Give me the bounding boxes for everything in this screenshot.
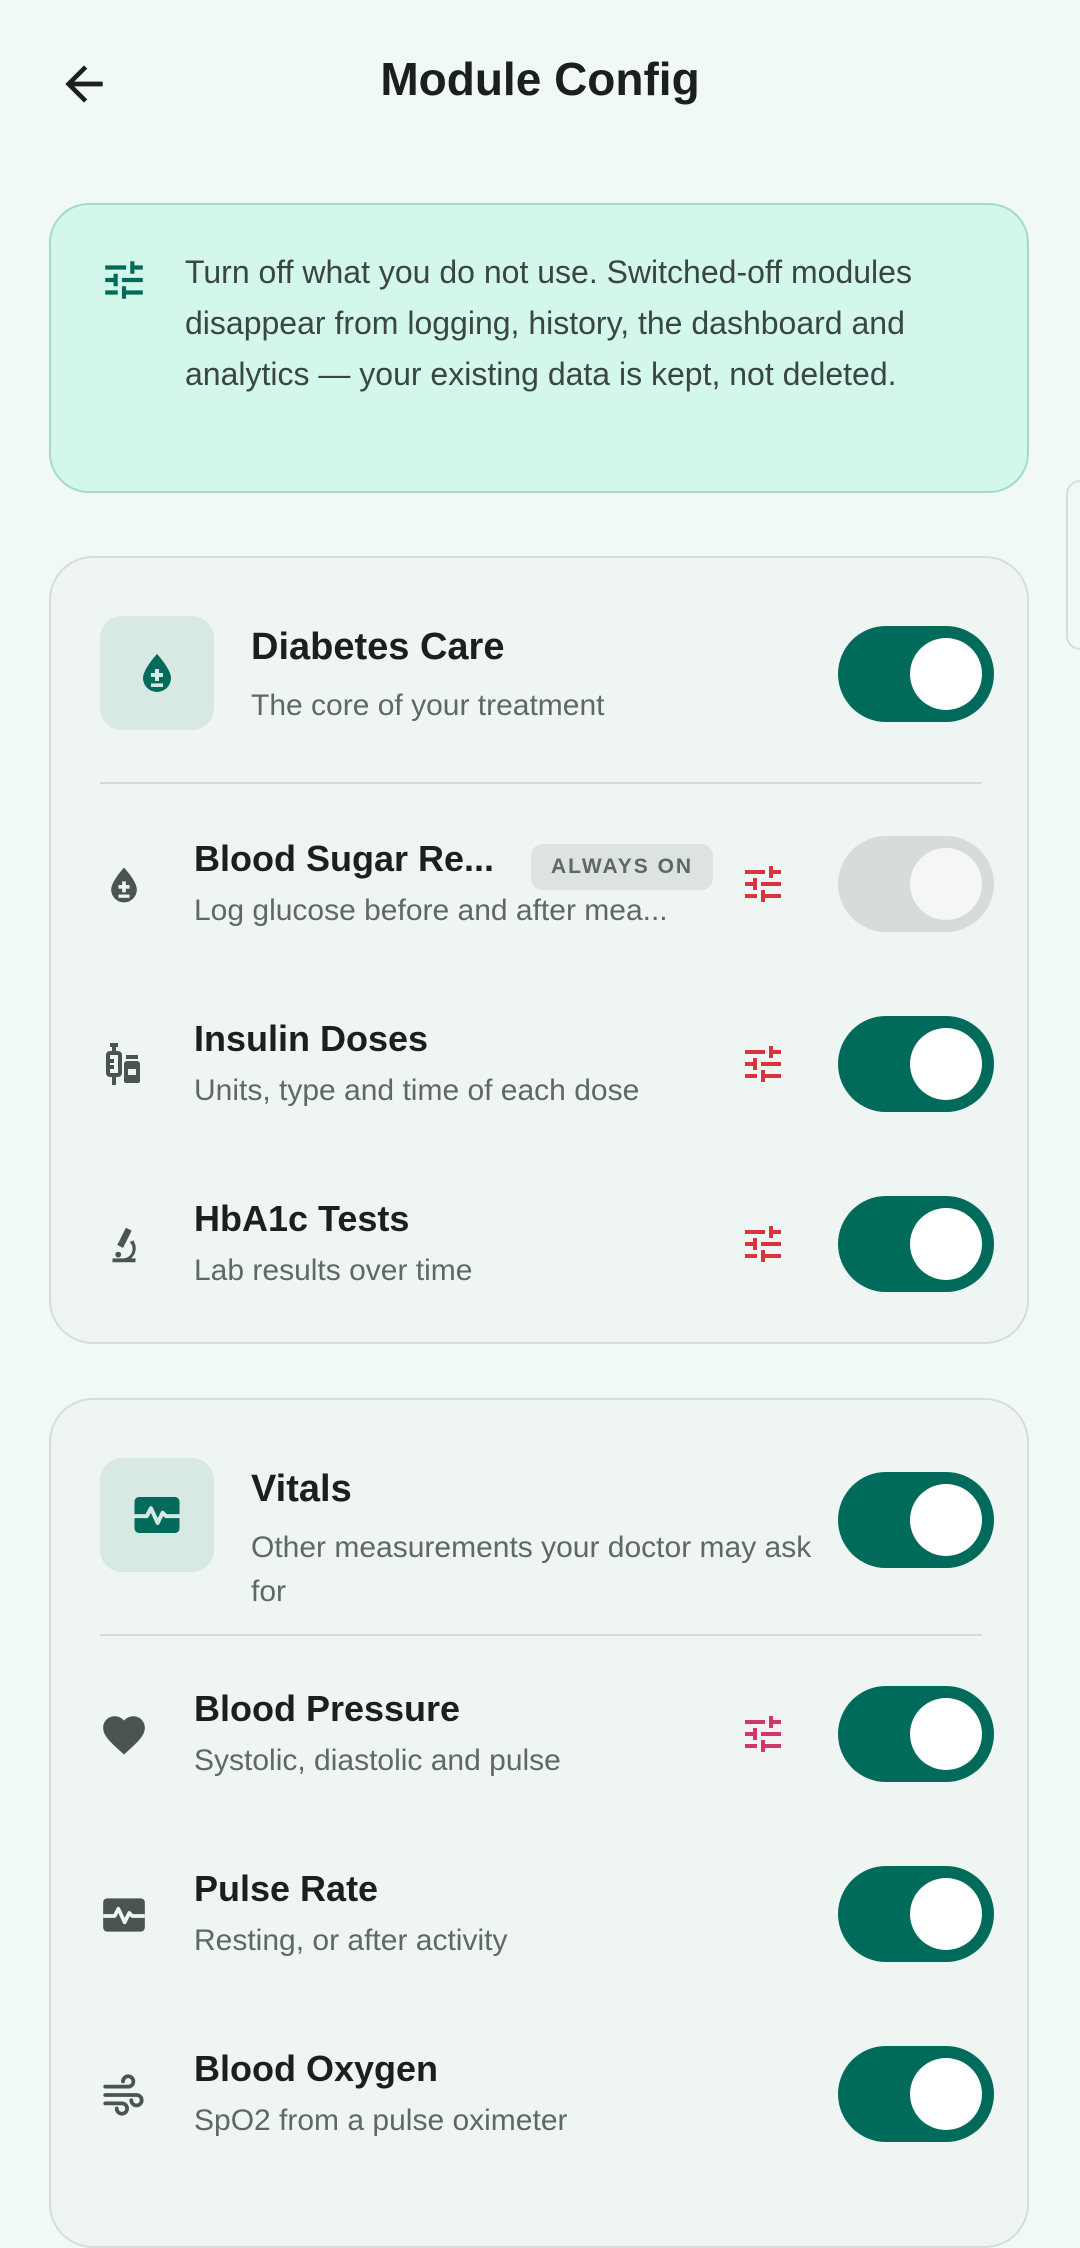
module-toggle-blood-sugar [838,836,994,932]
group-subtitle: The core of your treatment [251,689,605,722]
module-toggle-blood-oxygen[interactable] [838,2046,994,2142]
module-subtitle: Lab results over time [194,1254,473,1287]
microscope-icon [112,1227,136,1263]
module-row-insulin-doses: Insulin Doses Units, type and time of ea… [51,994,1031,1134]
module-subtitle: Systolic, diastolic and pulse [194,1744,561,1777]
app-bar: Module Config [0,0,1080,166]
always-on-badge: ALWAYS ON [531,844,714,890]
toggle-knob [910,1698,982,1770]
info-banner: Turn off what you do not use. Switched-o… [49,203,1029,493]
divider [100,782,982,784]
tune-icon [745,866,781,902]
group-toggle-diabetes-care[interactable] [838,626,994,722]
divider [100,1634,982,1636]
module-icon [99,1710,149,1760]
module-row-blood-oxygen: Blood Oxygen SpO2 from a pulse oximeter [51,2024,1031,2164]
heart-icon [103,1716,145,1755]
toggle-knob [910,638,982,710]
edge-panel-handle[interactable] [1066,480,1080,650]
module-title: Pulse Rate [194,1868,379,1909]
module-row-blood-pressure: Blood Pressure Systolic, diastolic and p… [51,1664,1031,1804]
module-icon [99,1890,149,1940]
group-title: Vitals [251,1468,352,1510]
monitor-heart-icon [134,1497,180,1533]
blood-drop-icon [143,654,171,692]
module-title: Blood Sugar Re... [194,838,495,879]
group-icon-box [100,1458,214,1572]
module-subtitle: Log glucose before and after mea... [194,894,668,927]
module-settings-button[interactable] [733,1214,793,1274]
module-subtitle: Resting, or after activity [194,1924,508,1957]
air-icon [103,2074,144,2116]
module-toggle-blood-pressure[interactable] [838,1686,994,1782]
module-icon [99,1220,149,1270]
module-title: Blood Oxygen [194,2048,439,2089]
module-toggle-hba1c-tests[interactable] [838,1196,994,1292]
page-title: Module Config [380,53,700,105]
toggle-knob [910,1484,982,1556]
module-icon [99,860,149,910]
module-icon [99,1040,149,1090]
tune-icon [745,1046,781,1082]
monitor-heart-icon [103,1898,145,1932]
group-icon-box [100,616,214,730]
module-title: Blood Pressure [194,1688,461,1729]
group-toggle-vitals[interactable] [838,1472,994,1568]
module-toggle-pulse-rate[interactable] [838,1866,994,1962]
module-row-hba1c-tests: HbA1c Tests Lab results over time [51,1174,1031,1314]
module-settings-button[interactable] [733,1034,793,1094]
module-toggle-insulin-doses[interactable] [838,1016,994,1112]
toggle-knob [910,1878,982,1950]
module-subtitle: Units, type and time of each dose [194,1074,640,1107]
toggle-knob [910,1208,982,1280]
module-subtitle: SpO2 from a pulse oximeter [194,2104,568,2137]
tune-icon [745,1716,781,1752]
module-title: Insulin Doses [194,1018,429,1059]
toggle-knob [910,1028,982,1100]
blood-drop-icon [111,867,137,903]
module-row-blood-sugar: Blood Sugar Re... ALWAYS ON Log glucose … [51,814,1031,954]
info-text: Turn off what you do not use. Switched-o… [185,254,912,392]
module-settings-button[interactable] [733,1704,793,1764]
tune-icon [105,261,143,299]
toggle-knob [910,848,982,920]
group-card-vitals: Vitals Other measurements your doctor ma… [49,1398,1029,2248]
group-subtitle: Other measurements your doctor may ask f… [251,1531,812,1608]
group-card-diabetes-care: Diabetes Care The core of your treatment… [49,556,1029,1344]
module-icon [99,2070,149,2120]
module-row-pulse-rate: Pulse Rate Resting, or after activity [51,1844,1031,1984]
toggle-knob [910,2058,982,2130]
group-title: Diabetes Care [251,626,505,668]
tune-icon [745,1226,781,1262]
module-title: HbA1c Tests [194,1198,410,1239]
module-settings-button[interactable] [733,854,793,914]
syringe-vial-icon [106,1043,140,1085]
